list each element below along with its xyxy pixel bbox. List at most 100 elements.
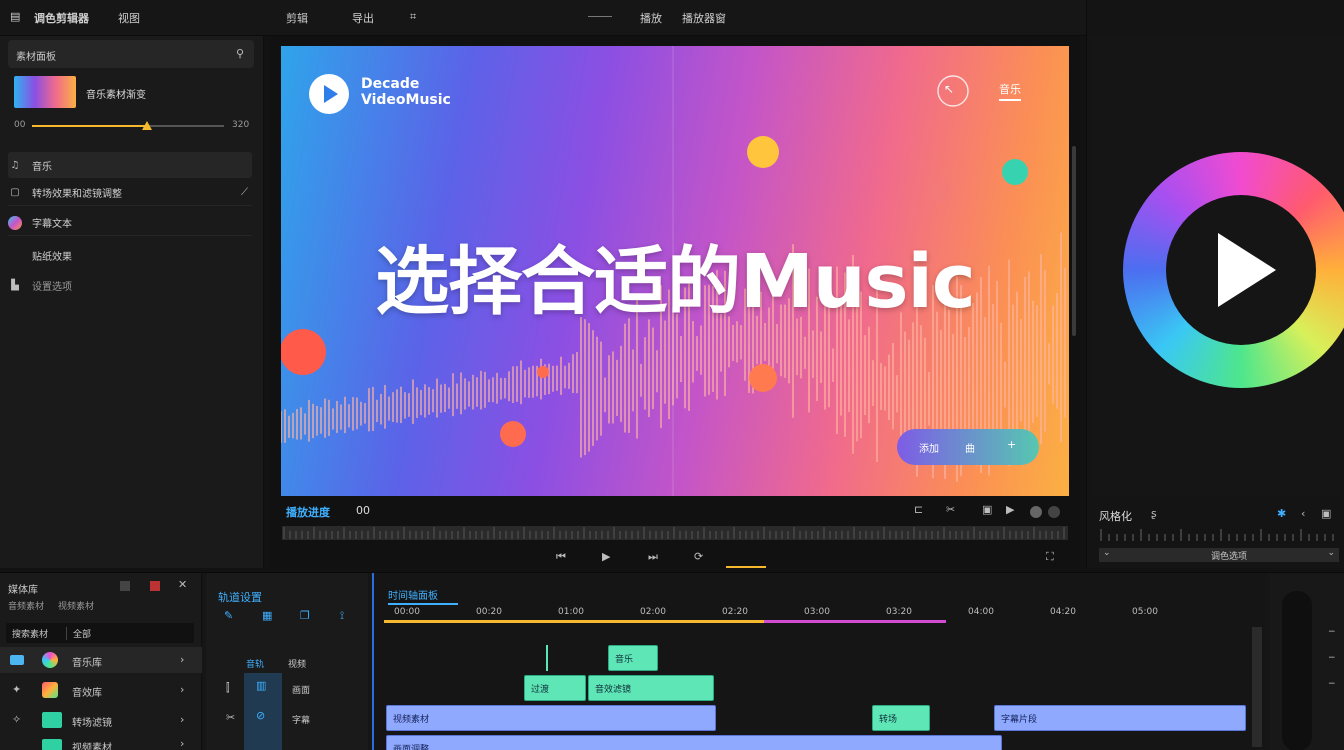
timeline-clip[interactable]: 过渡	[524, 675, 586, 701]
timeline-title: 时间轴面板	[388, 591, 438, 602]
timeline-panel[interactable]: 时间轴面板 00:00 00:20 01:00 02:00 02:20 03:00 03:2…	[372, 573, 1266, 750]
timeline-clip[interactable]: 画面调整	[386, 735, 1002, 750]
pin-icon[interactable]: ⚲	[236, 47, 244, 60]
decor-circle	[281, 329, 326, 375]
layers-icon[interactable]: ❐	[300, 609, 310, 622]
media-item[interactable]: 视频素材 ›	[0, 737, 202, 750]
corner-label[interactable]: 音乐	[999, 81, 1021, 101]
media-subtab[interactable]: 视频素材	[58, 599, 94, 612]
ruler-label: 03:00	[804, 607, 830, 617]
add-pill-button[interactable]: 添加 曲 +	[897, 429, 1039, 465]
media-item-label: 转场滤镜	[72, 718, 112, 729]
menu-view[interactable]: 视图	[118, 10, 140, 26]
track-label: 字幕	[292, 716, 311, 726]
media-title: 媒体库	[8, 585, 38, 596]
cut-icon[interactable]: ✂	[226, 711, 235, 724]
timeline-clip[interactable]: 音效滤镜	[588, 675, 714, 701]
preview-scrollbar[interactable]	[1072, 146, 1076, 336]
media-item[interactable]: 音乐库 ›	[0, 647, 202, 673]
loop-icon[interactable]: ⟳	[694, 550, 703, 563]
app-menu-icon[interactable]: ▤	[10, 10, 20, 23]
panel-icon[interactable]: ▣	[1321, 507, 1331, 520]
plus-icon: +	[1007, 438, 1017, 451]
video-canvas[interactable]: Decade VideoMusic ↖ 音乐 选择合适的Music 添加 曲 +	[281, 46, 1069, 496]
media-icon[interactable]	[120, 581, 130, 591]
volume-slider[interactable]	[32, 121, 224, 130]
timeline-clip[interactable]: 字幕片段	[994, 705, 1246, 731]
grid-icon[interactable]: ▦	[262, 609, 272, 622]
meter-tick-icon: −	[1328, 679, 1336, 689]
link-icon[interactable]: ⊘	[256, 709, 265, 722]
decor-circle	[747, 136, 779, 168]
media-subtab[interactable]: 音频素材	[8, 599, 44, 612]
color-wheel-area	[1091, 36, 1344, 496]
volume-meter[interactable]	[1282, 591, 1312, 750]
preview-tool-edit[interactable]: 剪辑	[286, 10, 308, 26]
decor-circle	[500, 421, 526, 447]
chevron-right-icon: ›	[180, 653, 185, 666]
back-icon[interactable]: ‹	[1301, 507, 1305, 520]
magnet-icon[interactable]: ⟟	[340, 609, 344, 623]
timeline-clip[interactable]: 视频素材	[386, 705, 716, 731]
slider-start-label: 00	[14, 120, 26, 130]
transition-icon	[42, 712, 62, 728]
keyframe-icon[interactable]: ✱	[1277, 507, 1286, 520]
edit-icon[interactable]: ⟋	[241, 187, 248, 198]
timeline-clip[interactable]: 音乐	[608, 645, 658, 671]
color-icon	[42, 652, 58, 668]
record-icon[interactable]	[1030, 506, 1042, 518]
preview-tool-export[interactable]: 导出	[352, 10, 374, 26]
media-item-label: 音乐库	[72, 658, 102, 669]
crop-icon[interactable]: ⌗	[410, 10, 416, 24]
trim-icon[interactable]: ⊏	[914, 503, 923, 516]
preview-panel: Decade VideoMusic ↖ 音乐 选择合适的Music 添加 曲 +…	[270, 36, 1080, 568]
right-dropdown[interactable]: ⌄ 调色选项 ⌄	[1099, 548, 1339, 562]
ruler-label: 00:20	[476, 607, 502, 617]
search-input[interactable]: 搜索素材 全部	[6, 623, 194, 643]
clip-thumbnail[interactable]	[14, 76, 76, 108]
brush-icon[interactable]: ✎	[224, 609, 233, 622]
music-icon: ♫	[10, 159, 20, 171]
prev-frame-icon[interactable]: ⏮	[556, 550, 566, 564]
tab-play[interactable]: 播放	[640, 10, 662, 26]
next-frame-icon[interactable]: ⏭	[648, 550, 658, 564]
left-item-text[interactable]: 字幕文本	[8, 210, 252, 236]
sound-icon	[42, 682, 58, 698]
mark-icon[interactable]: ▶	[1006, 503, 1014, 516]
audio-meter-panel: − − −	[1270, 573, 1344, 750]
lock-icon[interactable]: ⫿	[226, 681, 230, 695]
right-section-label: 风格化	[1099, 510, 1132, 523]
record-icon-2[interactable]	[1048, 506, 1060, 518]
play-icon[interactable]	[1218, 233, 1276, 307]
slider-end-label: 320	[232, 120, 250, 130]
scrub-bar[interactable]	[282, 526, 1068, 540]
search-tag[interactable]: 全部	[66, 627, 91, 640]
fullscreen-icon[interactable]: ⛶	[1046, 550, 1054, 564]
media-item[interactable]: ✦ 音效库 ›	[0, 677, 202, 703]
left-item-music[interactable]: ♫ 音乐	[8, 152, 252, 178]
media-item[interactable]: ✧ 转场滤镜 ›	[0, 707, 202, 733]
left-item-settings[interactable]: ▙ 设置选项	[8, 272, 252, 298]
color-wheel[interactable]	[1123, 152, 1344, 388]
track-icon[interactable]: ▥	[256, 679, 266, 692]
track-label: 音轨	[246, 660, 265, 670]
slider-handle[interactable]	[142, 121, 153, 130]
link-icon[interactable]: ʂ	[1151, 507, 1157, 520]
split-icon[interactable]: ✂	[946, 503, 955, 516]
record-badge-icon[interactable]	[150, 581, 160, 591]
close-icon[interactable]: ✕	[178, 578, 187, 591]
left-item-effects[interactable]: ▢ 转场效果和滤镜调整 ⟋	[8, 180, 252, 206]
bottom-area: 媒体库 ✕ 音频素材 视频素材 搜索素材 全部 音乐库 › ✦ 音效库 › ✧ …	[0, 572, 1344, 750]
timeline-clip[interactable]: 转场	[872, 705, 930, 731]
timeline-scrollbar[interactable]	[1252, 627, 1262, 747]
left-item-label: 字幕文本	[32, 219, 72, 230]
save-icon[interactable]: ▣	[982, 503, 992, 516]
play-icon[interactable]: ▶	[602, 550, 610, 563]
left-item-sticker[interactable]: 贴纸效果	[8, 242, 252, 268]
tab-player-window[interactable]: 播放器窗	[682, 10, 726, 26]
headline-text: 选择合适的Music	[375, 239, 976, 325]
track-label: 视频	[288, 660, 307, 670]
ruler-label: 03:20	[886, 607, 912, 617]
cursor-icon[interactable]: ↖	[944, 82, 954, 96]
divider	[588, 16, 612, 17]
